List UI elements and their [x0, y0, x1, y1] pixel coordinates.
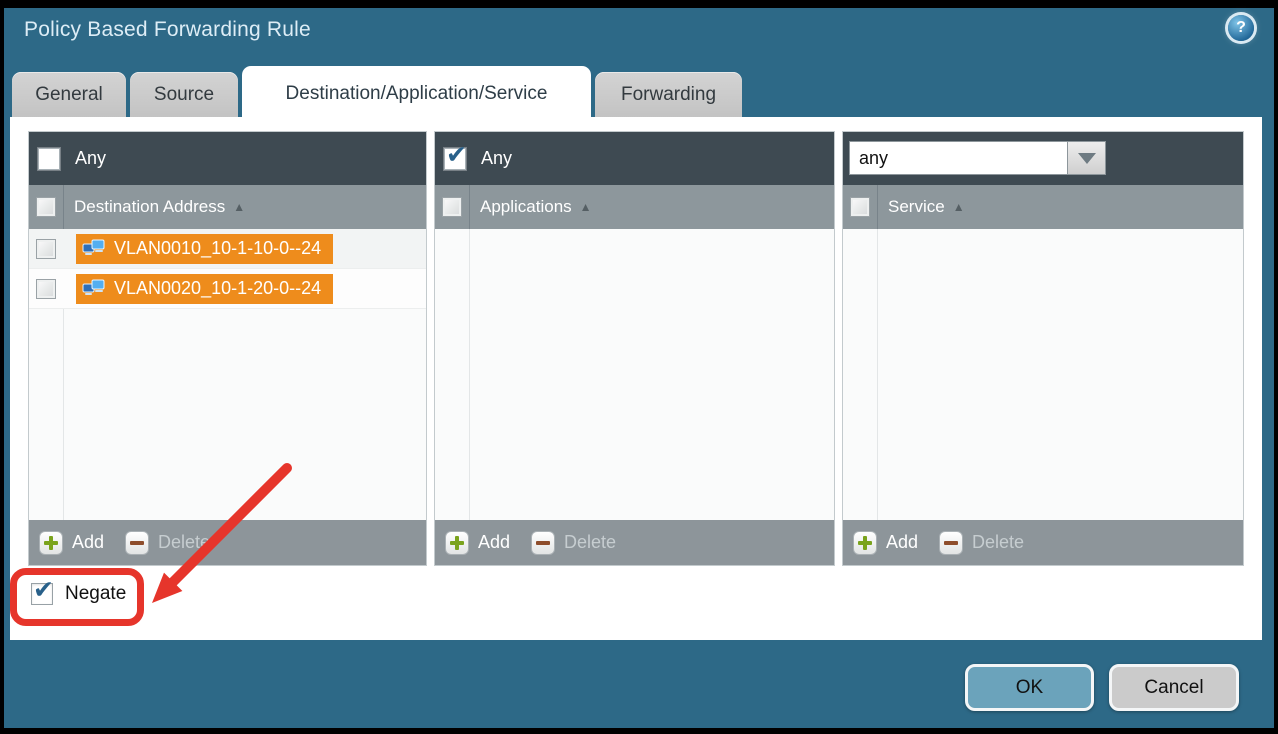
applications-column-label: Applications [480, 197, 572, 217]
delete-button[interactable]: Delete [125, 531, 210, 555]
delete-label: Delete [564, 532, 616, 553]
service-dropdown-header: any [843, 132, 1243, 185]
delete-icon [531, 531, 555, 555]
ok-button[interactable]: OK [965, 664, 1094, 711]
add-icon [445, 531, 469, 555]
add-button[interactable]: Add [445, 531, 510, 555]
address-object-chip[interactable]: VLAN0010_10-1-10-0--24 [76, 234, 333, 264]
destination-selectall-checkbox[interactable]: ✔ [36, 197, 56, 217]
destination-column-header[interactable]: ✔ Destination Address ▲ [29, 185, 426, 229]
list-divider [469, 229, 470, 520]
applications-column-header[interactable]: ✔ Applications ▲ [435, 185, 834, 229]
add-icon [853, 531, 877, 555]
checkmark-icon: ✔ [446, 140, 467, 170]
negate-checkbox[interactable]: ✔ [31, 583, 53, 605]
column-divider [469, 185, 470, 229]
service-selectall-checkbox[interactable]: ✔ [850, 197, 870, 217]
destination-row[interactable]: ✔ VLAN0010_10-1-10-0--24 [29, 229, 426, 269]
applications-any-header: ✔ Any [435, 132, 834, 185]
tab-content-area: ✔ Any ✔ Destination Address ▲ ✔ VL [10, 117, 1262, 640]
destination-any-header: ✔ Any [29, 132, 426, 185]
add-button[interactable]: Add [853, 531, 918, 555]
negate-label: Negate [65, 583, 126, 605]
column-divider [877, 185, 878, 229]
add-label: Add [886, 532, 918, 553]
add-icon [39, 531, 63, 555]
delete-icon [125, 531, 149, 555]
applications-any-checkbox[interactable]: ✔ [444, 148, 466, 170]
help-icon[interactable]: ? [1228, 15, 1254, 41]
column-divider [63, 185, 64, 229]
delete-label: Delete [972, 532, 1024, 553]
network-icon [82, 239, 106, 259]
add-button[interactable]: Add [39, 531, 104, 555]
address-object-chip[interactable]: VLAN0020_10-1-20-0--24 [76, 274, 333, 304]
destination-any-checkbox[interactable]: ✔ [38, 148, 60, 170]
tab-destination-application-service[interactable]: Destination/Application/Service [242, 66, 591, 121]
address-object-name: VLAN0020_10-1-20-0--24 [114, 278, 321, 299]
service-panel: any ✔ Service ▲ Add Delete [842, 131, 1244, 566]
applications-selectall-checkbox[interactable]: ✔ [442, 197, 462, 217]
address-object-name: VLAN0010_10-1-10-0--24 [114, 238, 321, 259]
destination-panel: ✔ Any ✔ Destination Address ▲ ✔ VL [28, 131, 427, 566]
delete-label: Delete [158, 532, 210, 553]
list-divider [877, 229, 878, 520]
dialog-title: Policy Based Forwarding Rule [24, 18, 311, 42]
negate-control: ✔ Negate [31, 583, 126, 605]
delete-icon [939, 531, 963, 555]
destination-list: ✔ VLAN0010_10-1-10-0--24 ✔ [29, 229, 426, 520]
destination-toolbar: Add Delete [29, 520, 426, 565]
service-toolbar: Add Delete [843, 520, 1243, 565]
applications-toolbar: Add Delete [435, 520, 834, 565]
service-dropdown-value[interactable]: any [849, 141, 1068, 175]
tab-forwarding[interactable]: Forwarding [595, 72, 742, 118]
tab-source[interactable]: Source [130, 72, 238, 118]
row-checkbox[interactable]: ✔ [36, 239, 56, 259]
add-label: Add [478, 532, 510, 553]
dropdown-button[interactable] [1068, 141, 1106, 175]
sort-asc-icon: ▲ [953, 200, 965, 214]
row-checkbox[interactable]: ✔ [36, 279, 56, 299]
checkmark-icon: ✔ [33, 575, 54, 605]
sort-asc-icon: ▲ [580, 200, 592, 214]
delete-button[interactable]: Delete [939, 531, 1024, 555]
sort-asc-icon: ▲ [233, 200, 245, 214]
service-column-header[interactable]: ✔ Service ▲ [843, 185, 1243, 229]
service-dropdown[interactable]: any [849, 141, 1106, 175]
cancel-button[interactable]: Cancel [1109, 664, 1239, 711]
chevron-down-icon [1078, 153, 1096, 164]
network-icon [82, 279, 106, 299]
applications-list [435, 229, 834, 520]
destination-column-label: Destination Address [74, 197, 225, 217]
delete-button[interactable]: Delete [531, 531, 616, 555]
destination-any-label: Any [75, 148, 106, 169]
applications-panel: ✔ Any ✔ Applications ▲ Add Delete [434, 131, 835, 566]
service-list [843, 229, 1243, 520]
destination-row[interactable]: ✔ VLAN0020_10-1-20-0--24 [29, 269, 426, 309]
service-column-label: Service [888, 197, 945, 217]
applications-any-label: Any [481, 148, 512, 169]
add-label: Add [72, 532, 104, 553]
tab-general[interactable]: General [12, 72, 126, 118]
